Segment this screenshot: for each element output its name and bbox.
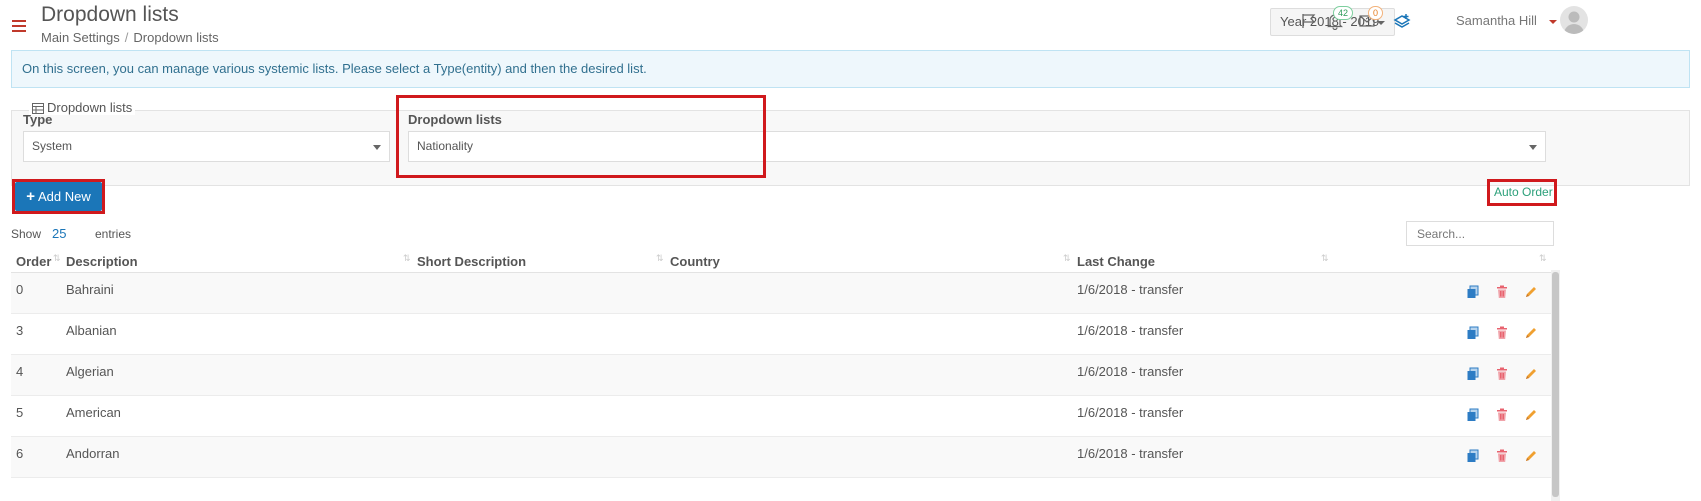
col-country[interactable]: Country bbox=[670, 254, 720, 269]
add-new-button[interactable]: + Add New bbox=[15, 182, 102, 211]
col-order[interactable]: Order bbox=[16, 254, 51, 269]
pencil-icon[interactable] bbox=[1524, 285, 1538, 299]
table-row: 5 American 1/6/2018 - transfer bbox=[11, 396, 1551, 437]
layers-icon[interactable] bbox=[1392, 12, 1412, 32]
copy-icon[interactable] bbox=[1466, 326, 1480, 340]
sort-icon[interactable]: ⇅ bbox=[1539, 253, 1546, 264]
pencil-icon[interactable] bbox=[1524, 326, 1538, 340]
avatar[interactable] bbox=[1560, 6, 1588, 34]
copy-icon[interactable] bbox=[1466, 285, 1480, 299]
sort-icon[interactable]: ⇅ bbox=[403, 253, 410, 264]
search-input[interactable] bbox=[1406, 221, 1554, 246]
trash-icon[interactable] bbox=[1495, 367, 1509, 381]
cell-last-change: 1/6/2018 - transfer bbox=[1077, 282, 1184, 297]
info-banner: On this screen, you can manage various s… bbox=[11, 50, 1690, 88]
copy-icon[interactable] bbox=[1466, 408, 1480, 422]
pencil-icon[interactable] bbox=[1524, 449, 1538, 463]
filter-legend-label: Dropdown lists bbox=[47, 100, 133, 115]
chevron-down-icon bbox=[373, 145, 381, 150]
col-description[interactable]: Description bbox=[66, 254, 138, 269]
cell-order: 6 bbox=[16, 446, 24, 461]
menu-icon[interactable] bbox=[12, 20, 26, 32]
chevron-down-icon bbox=[1529, 145, 1537, 150]
user-name[interactable]: Samantha Hill bbox=[1456, 13, 1537, 28]
cell-last-change: 1/6/2018 - transfer bbox=[1077, 364, 1184, 379]
messages-badge: 0 bbox=[1368, 6, 1384, 20]
cell-order: 0 bbox=[16, 282, 24, 297]
col-last-change[interactable]: Last Change bbox=[1077, 254, 1155, 269]
cell-description: American bbox=[66, 405, 121, 420]
sort-icon[interactable]: ⇅ bbox=[1063, 253, 1070, 264]
cell-order: 3 bbox=[16, 323, 24, 338]
data-table: Order ⇅ Description ⇅ Short Description … bbox=[11, 250, 1551, 478]
pencil-icon[interactable] bbox=[1524, 408, 1538, 422]
cell-last-change: 1/6/2018 - transfer bbox=[1077, 323, 1184, 338]
cell-description: Algerian bbox=[66, 364, 114, 379]
add-new-label: Add New bbox=[38, 188, 91, 204]
col-short-description[interactable]: Short Description bbox=[417, 254, 526, 269]
entries-label: entries bbox=[95, 227, 132, 241]
list-select-value: Nationality bbox=[417, 139, 474, 153]
table-scrollbar[interactable] bbox=[1551, 270, 1560, 501]
pencil-icon[interactable] bbox=[1524, 367, 1538, 381]
copy-icon[interactable] bbox=[1466, 367, 1480, 381]
cell-description: Bahraini bbox=[66, 282, 114, 297]
sort-icon[interactable]: ⇅ bbox=[53, 253, 60, 264]
type-select-value: System bbox=[32, 139, 73, 153]
type-label: Type bbox=[23, 112, 53, 127]
page-title: Dropdown lists bbox=[41, 3, 179, 26]
user-chevron-down-icon[interactable] bbox=[1549, 20, 1557, 24]
notifications-badge: 42 bbox=[1333, 6, 1354, 20]
page-size-select[interactable]: 25 bbox=[52, 226, 66, 241]
trash-icon[interactable] bbox=[1495, 285, 1509, 299]
list-select[interactable]: Nationality bbox=[408, 131, 1546, 162]
auto-order-link[interactable]: Auto Order bbox=[1494, 185, 1553, 199]
trash-icon[interactable] bbox=[1495, 326, 1509, 340]
table-row: 3 Albanian 1/6/2018 - transfer bbox=[11, 314, 1551, 355]
table-row: 4 Algerian 1/6/2018 - transfer bbox=[11, 355, 1551, 396]
table-row: 6 Andorran 1/6/2018 - transfer bbox=[11, 437, 1551, 478]
breadcrumb: Main Settings / Dropdown lists bbox=[41, 30, 219, 45]
trash-icon[interactable] bbox=[1495, 449, 1509, 463]
cell-order: 4 bbox=[16, 364, 24, 379]
cell-last-change: 1/6/2018 - transfer bbox=[1077, 446, 1184, 461]
show-label: Show bbox=[11, 227, 42, 241]
breadcrumb-main-settings[interactable]: Main Settings bbox=[41, 30, 120, 45]
type-select[interactable]: System bbox=[23, 131, 390, 162]
sort-icon[interactable]: ⇅ bbox=[1321, 253, 1328, 264]
cell-description: Andorran bbox=[66, 446, 120, 461]
chevron-down-icon bbox=[1377, 21, 1385, 25]
list-label: Dropdown lists bbox=[408, 112, 502, 127]
plus-icon: + bbox=[26, 187, 35, 205]
table-header: Order ⇅ Description ⇅ Short Description … bbox=[11, 250, 1551, 273]
table-row: 0 Bahraini 1/6/2018 - transfer bbox=[11, 273, 1551, 314]
copy-icon[interactable] bbox=[1466, 449, 1480, 463]
trash-icon[interactable] bbox=[1495, 408, 1509, 422]
sort-icon[interactable]: ⇅ bbox=[656, 253, 663, 264]
scrollbar-thumb[interactable] bbox=[1552, 272, 1559, 497]
cell-description: Albanian bbox=[66, 323, 117, 338]
flag-icon[interactable] bbox=[1300, 12, 1320, 32]
cell-order: 5 bbox=[16, 405, 24, 420]
breadcrumb-dropdown-lists: Dropdown lists bbox=[133, 30, 219, 45]
cell-last-change: 1/6/2018 - transfer bbox=[1077, 405, 1184, 420]
